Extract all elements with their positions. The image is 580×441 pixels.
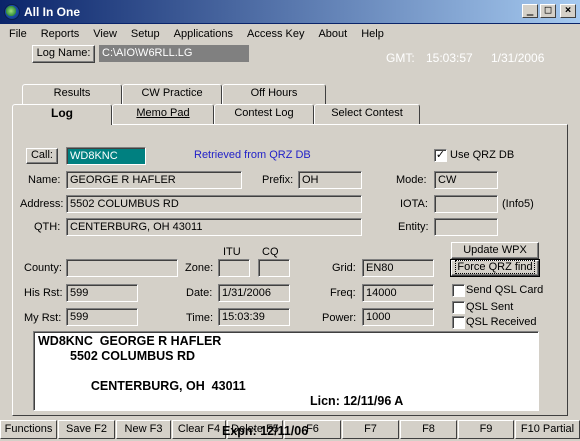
log-name-value: C:\AIO\W6RLL.LG: [99, 45, 249, 62]
function-key-bar: Functions Save F2 New F3 Clear F4 Delete…: [0, 420, 580, 441]
menu-file[interactable]: File: [2, 28, 34, 40]
tab-memo-pad[interactable]: Memo Pad: [112, 104, 214, 124]
delete-f5-button[interactable]: Delete F5: [227, 420, 283, 439]
tab-select-contest-label: Select Contest: [331, 107, 403, 119]
call-button[interactable]: Call:: [26, 148, 58, 164]
header-date: 1/31/2006: [491, 51, 545, 65]
menu-bar: File Reports View Setup Applications Acc…: [0, 24, 580, 43]
f7-button[interactable]: F7: [342, 420, 399, 439]
clear-f4-button[interactable]: Clear F4: [172, 420, 226, 439]
menu-reports[interactable]: Reports: [34, 28, 87, 40]
gmt-label: GMT:: [386, 51, 415, 65]
force-qrz-find-button[interactable]: Force QRZ find: [450, 259, 540, 277]
gmt-time: 15:03:57: [426, 51, 473, 65]
tab-log[interactable]: Log: [12, 104, 112, 125]
tab-cw-practice[interactable]: CW Practice: [122, 84, 222, 104]
new-f3-button[interactable]: New F3: [116, 420, 171, 439]
menu-about[interactable]: About: [311, 28, 354, 40]
tab-results[interactable]: Results: [22, 84, 122, 104]
tab-log-label: Log: [51, 106, 73, 120]
tab-off-hours[interactable]: Off Hours: [222, 84, 326, 104]
force-qrz-find-label: Force QRZ find: [455, 260, 535, 274]
f10-partial-button[interactable]: F10 Partial: [515, 420, 580, 439]
menu-access-key[interactable]: Access Key: [240, 28, 311, 40]
f9-button[interactable]: F9: [458, 420, 514, 439]
maximize-button[interactable]: □: [540, 4, 556, 18]
tab-contest-log-label: Contest Log: [234, 107, 294, 119]
f6-button[interactable]: F6: [284, 420, 341, 439]
log-name-button[interactable]: Log Name:: [32, 45, 95, 63]
tab-contest-log[interactable]: Contest Log: [214, 104, 314, 124]
close-button[interactable]: ×: [560, 4, 576, 18]
menu-help[interactable]: Help: [354, 28, 391, 40]
menu-view[interactable]: View: [86, 28, 124, 40]
minimize-button[interactable]: _: [522, 4, 538, 18]
title-bar: All In One _ □ ×: [0, 0, 580, 24]
f8-button[interactable]: F8: [400, 420, 457, 439]
update-wpx-button[interactable]: Update WPX: [451, 242, 539, 259]
save-f2-button[interactable]: Save F2: [58, 420, 115, 439]
window-title: All In One: [24, 4, 81, 19]
menu-applications[interactable]: Applications: [167, 28, 240, 40]
functions-button[interactable]: Functions: [0, 420, 57, 439]
tab-memo-pad-label: Memo Pad: [136, 107, 190, 119]
globe-app-icon: [4, 3, 20, 20]
tab-select-contest[interactable]: Select Contest: [314, 104, 420, 124]
menu-setup[interactable]: Setup: [124, 28, 167, 40]
